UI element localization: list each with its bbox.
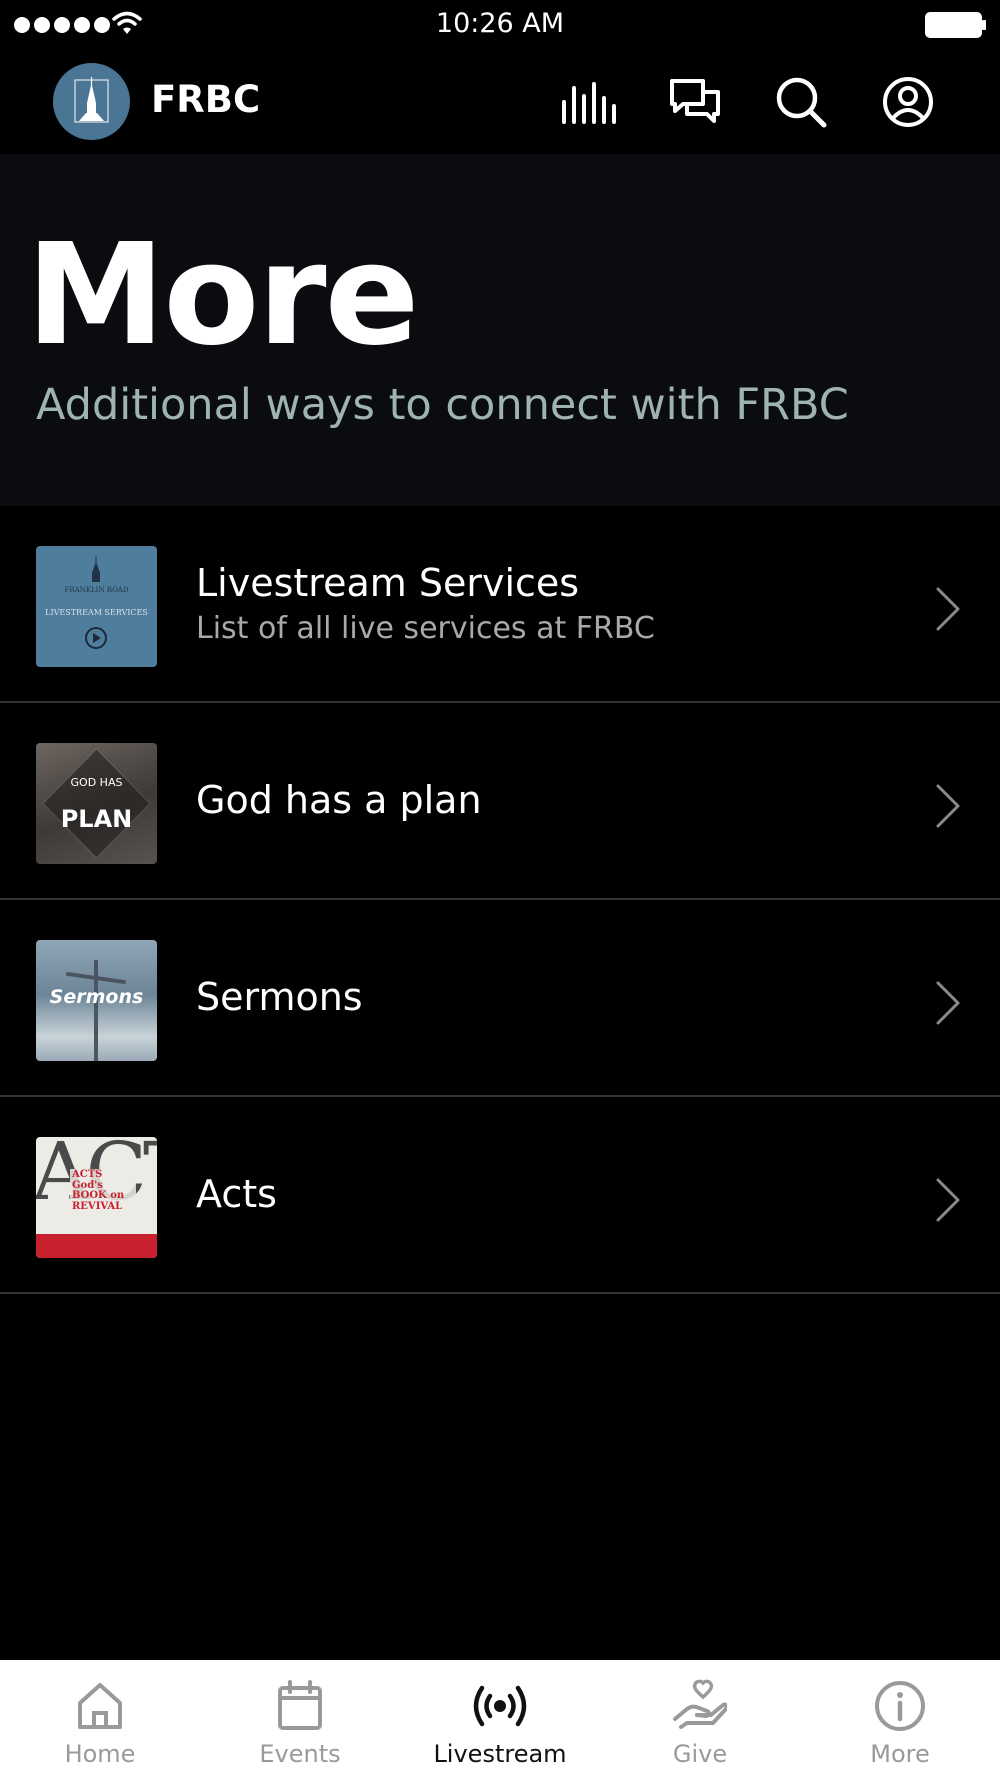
chevron-right-icon [936, 1178, 960, 1222]
list-item-title: Livestream Services [196, 561, 580, 606]
tab-home[interactable]: Home [0, 1660, 200, 1778]
home-icon [0, 1678, 200, 1734]
list-item-text: God has a plan [196, 703, 896, 898]
steeple-icon [74, 77, 109, 123]
calendar-icon [200, 1678, 400, 1734]
list-item-livestream-services[interactable]: FRANKLIN ROAD LIVESTREAM SERVICES Livest… [0, 506, 1000, 703]
tab-label: Give [672, 1740, 728, 1768]
god-has-a-plan-thumbnail: GOD HAS PLAN [36, 743, 157, 864]
tab-label: Events [259, 1740, 341, 1768]
tab-bar: Home Events Livestream Give More [0, 1660, 1000, 1778]
thumbnail-text: GOD HAS [70, 776, 123, 789]
acts-thumbnail: ACT ACTS God's BOOK on REVIVAL [36, 1137, 157, 1258]
tab-label: Livestream [433, 1740, 567, 1768]
chat-icon[interactable] [667, 74, 723, 130]
tab-livestream[interactable]: Livestream [400, 1660, 600, 1778]
chevron-right-icon [936, 587, 960, 631]
list-item-text: Acts [196, 1097, 896, 1292]
sermons-thumbnail: Sermons [36, 940, 157, 1061]
livestream-services-thumbnail: FRANKLIN ROAD LIVESTREAM SERVICES [36, 546, 157, 667]
page-title: More [26, 214, 419, 377]
thumbnail-text: Sermons [49, 986, 144, 1008]
tab-label: Home [64, 1740, 136, 1768]
profile-icon[interactable] [880, 74, 936, 130]
play-circle-icon [85, 627, 107, 649]
content-list: FRANKLIN ROAD LIVESTREAM SERVICES Livest… [0, 506, 1000, 1294]
chevron-right-icon [936, 981, 960, 1025]
give-heart-hand-icon [600, 1678, 800, 1734]
list-item-subtitle: List of all live services at FRBC [196, 610, 655, 646]
diamond-shape [42, 748, 151, 859]
list-item-title: God has a plan [196, 777, 482, 822]
chevron-right-icon [936, 784, 960, 828]
app-header: FRBC [0, 50, 1000, 154]
thumbnail-text: ACTS God's BOOK on REVIVAL [70, 1169, 136, 1213]
list-item-sermons[interactable]: Sermons Sermons [0, 900, 1000, 1097]
tab-events[interactable]: Events [200, 1660, 400, 1778]
list-item-text: Livestream Services List of all live ser… [196, 506, 896, 701]
tab-give[interactable]: Give [600, 1660, 800, 1778]
hero-section: More Additional ways to connect with FRB… [0, 154, 1000, 506]
brand-name: FRBC [151, 78, 261, 121]
search-icon[interactable] [773, 74, 829, 130]
thumbnail-text: FRANKLIN ROAD [64, 586, 129, 594]
thumbnail-red-band [36, 1234, 157, 1258]
thumbnail-text: PLAN [60, 805, 133, 833]
tab-more[interactable]: More [800, 1660, 1000, 1778]
list-item-title: Acts [196, 1171, 277, 1216]
steeple-icon [92, 556, 100, 582]
page-subtitle: Additional ways to connect with FRBC [36, 380, 849, 430]
church-logo[interactable] [53, 63, 130, 140]
audio-bars-icon[interactable] [560, 74, 616, 130]
info-icon [800, 1678, 1000, 1734]
list-item-title: Sermons [196, 974, 363, 1019]
tab-label: More [870, 1740, 930, 1768]
list-item-text: Sermons [196, 900, 896, 1095]
broadcast-icon [400, 1678, 600, 1734]
status-bar: 10:26 AM [0, 0, 1000, 50]
list-item-acts[interactable]: ACT ACTS God's BOOK on REVIVAL Acts [0, 1097, 1000, 1294]
status-time: 10:26 AM [435, 8, 565, 39]
thumbnail-text: LIVESTREAM SERVICES [45, 608, 148, 617]
battery-icon [925, 12, 986, 38]
list-item-god-has-a-plan[interactable]: GOD HAS PLAN God has a plan [0, 703, 1000, 900]
